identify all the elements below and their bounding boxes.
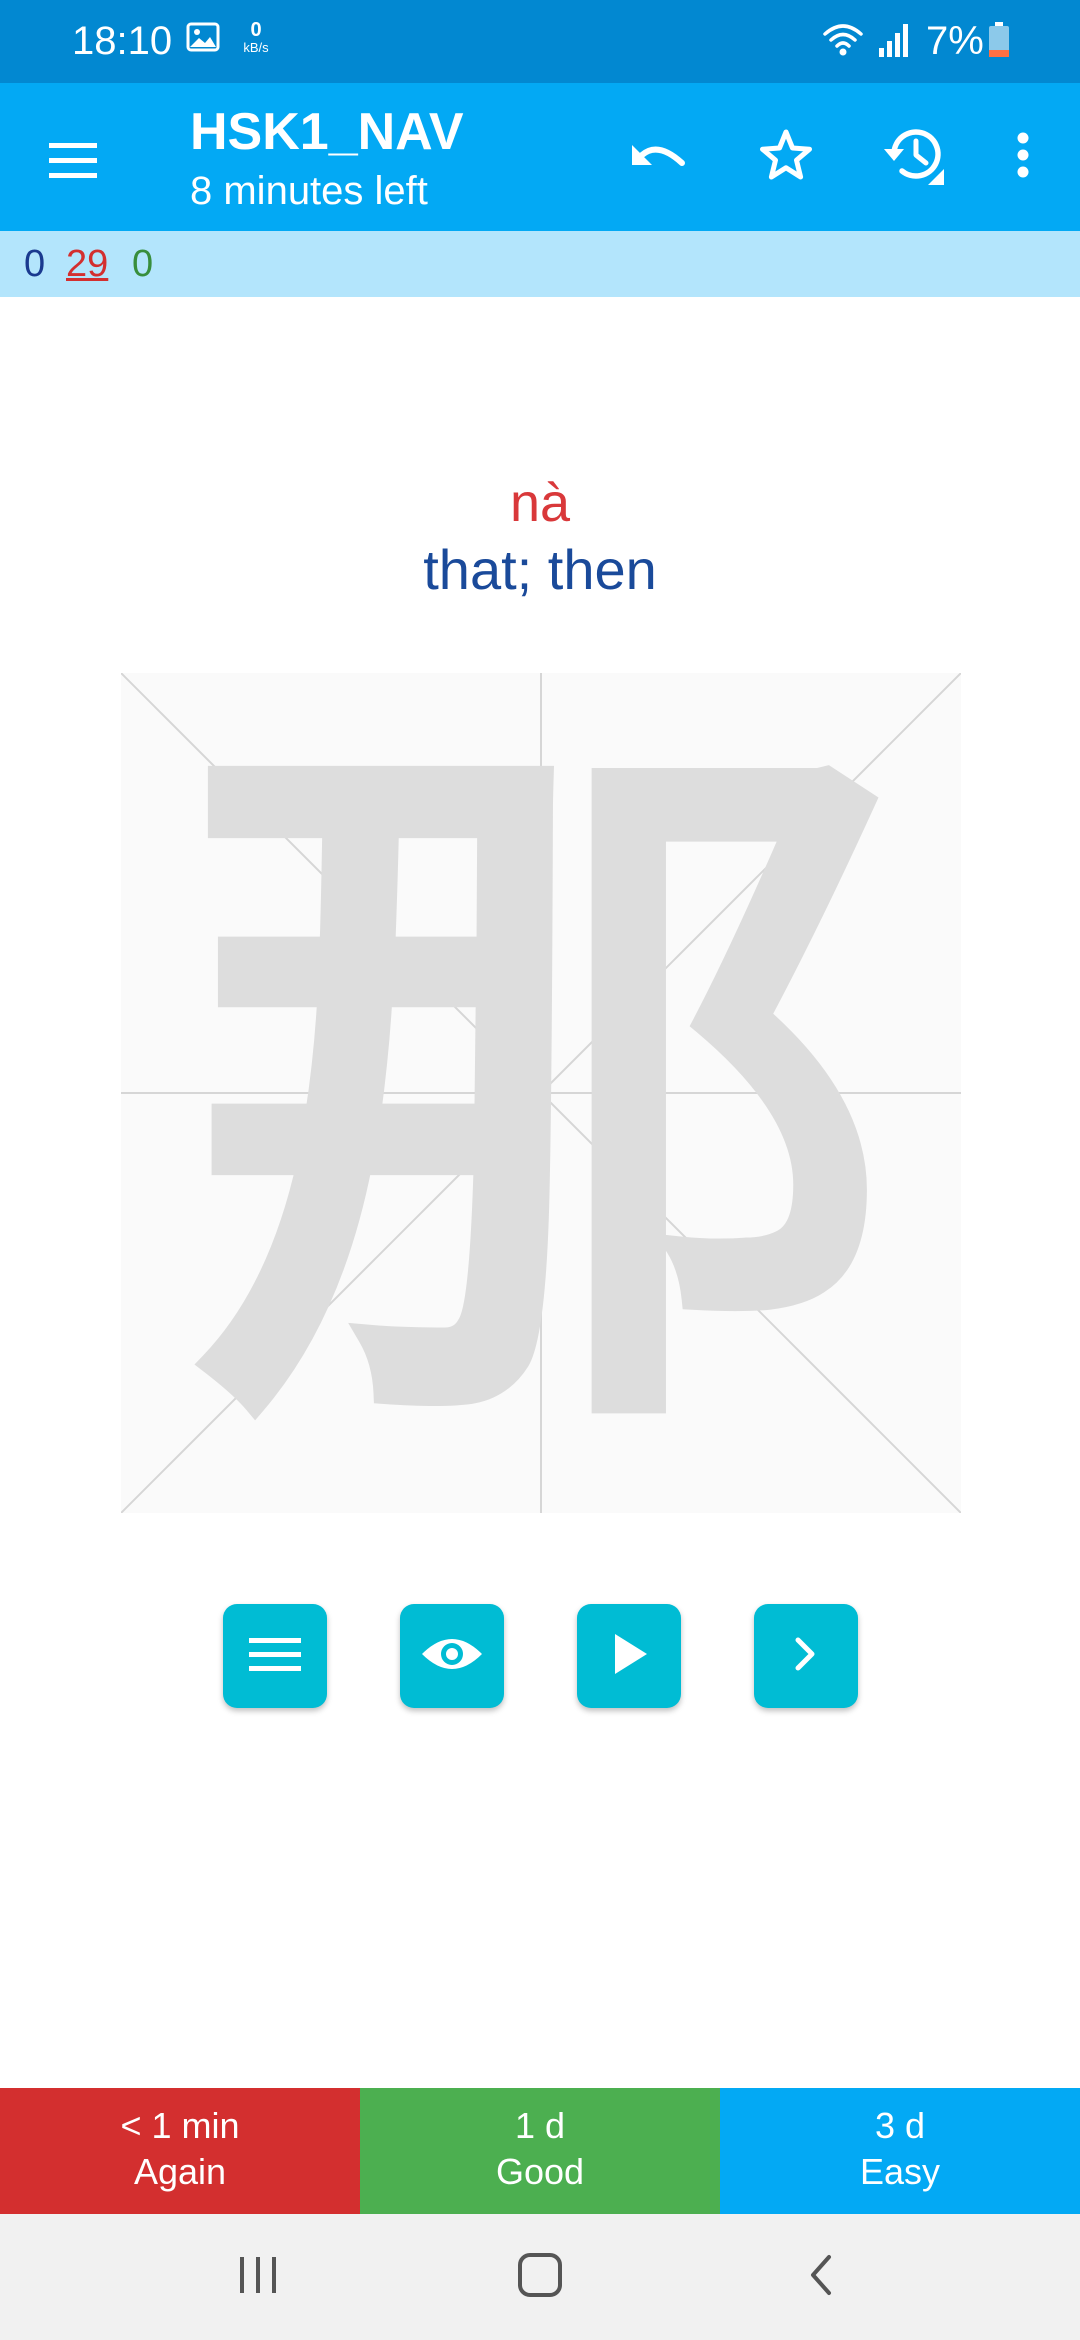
deck-title: HSK1_NAV — [190, 103, 464, 161]
pinyin-text: nà — [509, 473, 571, 533]
app-bar: HSK1_NAV 8 minutes left — [0, 83, 1080, 231]
recents-button[interactable] — [220, 2239, 296, 2315]
eye-icon — [420, 1634, 484, 1679]
easy-button[interactable]: 3 d Easy — [720, 2088, 1080, 2214]
again-button[interactable]: < 1 min Again — [0, 2088, 360, 2214]
learning-count: 29 — [66, 243, 109, 285]
network-speed-value: 0 — [250, 19, 262, 41]
network-speed-unit: kB/s — [243, 40, 269, 55]
list-icon — [247, 1634, 303, 1679]
more-vert-icon — [1016, 131, 1030, 184]
card-counts-bar: 0 29 0 — [0, 231, 1080, 297]
list-button[interactable] — [223, 1604, 327, 1708]
status-bar: 18:10 0 kB/s 7% — [0, 0, 1080, 83]
star-icon — [758, 128, 814, 187]
system-nav-bar — [0, 2214, 1080, 2340]
star-button[interactable] — [742, 113, 830, 201]
play-icon — [609, 1632, 649, 1681]
recents-icon — [236, 2255, 280, 2300]
next-button[interactable] — [754, 1604, 858, 1708]
home-button[interactable] — [502, 2239, 578, 2315]
history-icon — [882, 123, 946, 192]
writing-grid[interactable]: 那 — [121, 673, 961, 1513]
time-remaining: 8 minutes left — [190, 169, 428, 213]
history-button[interactable] — [870, 113, 958, 201]
more-options-button[interactable] — [978, 113, 1068, 201]
good-button[interactable]: 1 d Good — [360, 2088, 720, 2214]
back-button[interactable] — [782, 2239, 858, 2315]
easy-label: Easy — [859, 2151, 941, 2192]
battery-percent: 7% — [926, 19, 984, 63]
again-label: Again — [133, 2151, 227, 2192]
home-icon — [517, 2252, 563, 2303]
menu-icon — [47, 140, 99, 185]
signal-icon — [878, 22, 910, 58]
network-speed: 0 kB/s — [236, 20, 276, 56]
new-count: 0 — [24, 243, 46, 285]
easy-interval: 3 d — [874, 2105, 926, 2146]
wifi-icon — [822, 20, 864, 60]
back-icon — [805, 2253, 835, 2302]
undo-button[interactable] — [614, 113, 702, 201]
undo-icon — [628, 135, 688, 180]
battery-icon — [988, 22, 1010, 58]
review-count: 0 — [132, 243, 154, 285]
good-interval: 1 d — [514, 2105, 566, 2146]
status-time: 18:10 — [72, 19, 173, 63]
menu-button[interactable] — [30, 119, 116, 205]
play-animation-button[interactable] — [577, 1604, 681, 1708]
image-icon — [186, 22, 220, 52]
chevron-right-icon — [792, 1634, 820, 1679]
hanzi-character: 那 — [181, 670, 901, 1516]
again-interval: < 1 min — [120, 2105, 240, 2146]
good-label: Good — [495, 2151, 585, 2192]
show-outline-button[interactable] — [400, 1604, 504, 1708]
meaning-text: that; then — [423, 538, 657, 601]
